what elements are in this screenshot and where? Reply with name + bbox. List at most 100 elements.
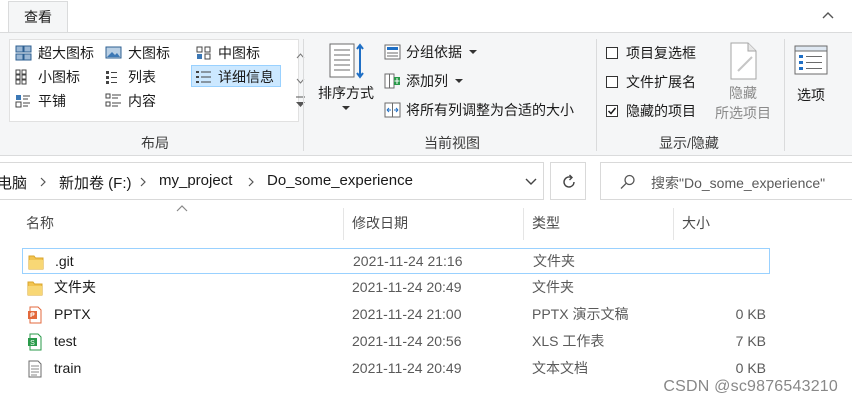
checkbox-checked[interactable] bbox=[606, 105, 618, 117]
file-type: XLS 工作表 bbox=[532, 333, 605, 349]
chevron-right-icon[interactable] bbox=[39, 177, 47, 187]
refresh-button[interactable] bbox=[550, 162, 586, 200]
file-date-modified: 2021-11-24 20:56 bbox=[352, 333, 462, 349]
breadcrumb-current-folder[interactable]: Do_some_experience bbox=[267, 172, 413, 189]
add-column-icon bbox=[384, 73, 400, 89]
breadcrumb-this-pc[interactable]: 电脑 bbox=[0, 172, 27, 193]
column-header-date-modified[interactable]: 修改日期 bbox=[348, 208, 524, 240]
hide-selected-label-line1: 隐藏 bbox=[729, 85, 757, 101]
layout-details[interactable]: 详细信息 bbox=[191, 65, 281, 87]
group-divider bbox=[784, 39, 785, 151]
address-bar[interactable]: 电脑 新加卷 (F:) my_project Do_some_experienc… bbox=[0, 162, 544, 200]
hide-selected-label-line2: 所选项目 bbox=[715, 105, 771, 121]
layout-large-icons[interactable]: 大图标 bbox=[102, 42, 170, 64]
layout-item-label: 平铺 bbox=[38, 93, 66, 109]
search-icon bbox=[620, 174, 635, 189]
chevron-up-icon[interactable] bbox=[820, 7, 836, 23]
column-header-size[interactable]: 大小 bbox=[678, 208, 770, 240]
group-by-icon bbox=[384, 44, 401, 60]
options-icon bbox=[794, 45, 828, 75]
layout-item-label: 大图标 bbox=[128, 45, 170, 61]
layout-gallery: 超大图标 大图标 中图标 小图标 列表 详细信息 平铺 内容 bbox=[9, 39, 305, 122]
layout-extra-large-icons[interactable]: 超大图标 bbox=[12, 42, 94, 64]
table-row[interactable]: S test 2021-11-24 20:56 XLS 工作表 7 KB bbox=[22, 329, 770, 355]
file-type: 文件夹 bbox=[532, 279, 574, 295]
file-name: .git bbox=[55, 253, 74, 269]
size-all-columns-label: 将所有列调整为合适的大小 bbox=[406, 102, 574, 118]
chevron-right-icon[interactable] bbox=[139, 177, 147, 187]
address-bar-row: 电脑 新加卷 (F:) my_project Do_some_experienc… bbox=[0, 158, 852, 204]
layout-item-label: 超大图标 bbox=[38, 45, 94, 61]
group-by-label: 分组依据 bbox=[406, 44, 462, 60]
text-file-icon bbox=[28, 360, 42, 378]
hide-selected-icon bbox=[730, 42, 757, 80]
checkbox[interactable] bbox=[606, 76, 618, 88]
layout-small-icons[interactable]: 小图标 bbox=[12, 66, 80, 88]
group-divider bbox=[596, 39, 597, 151]
sort-by-button[interactable]: 排序方式 bbox=[312, 39, 380, 119]
item-checkboxes-label: 项目复选框 bbox=[626, 45, 696, 61]
group-divider bbox=[303, 39, 304, 151]
file-type: 文本文档 bbox=[532, 360, 588, 376]
group-label-current-view: 当前视图 bbox=[424, 135, 480, 151]
size-columns-icon bbox=[384, 102, 401, 118]
column-header-type[interactable]: 类型 bbox=[528, 208, 674, 240]
file-name: 文件夹 bbox=[54, 279, 96, 295]
table-row[interactable]: train 2021-11-24 20:49 文本文档 0 KB bbox=[22, 356, 770, 382]
layout-gallery-scroll[interactable] bbox=[293, 47, 308, 128]
chevron-down-icon bbox=[468, 50, 477, 54]
file-size: 0 KB bbox=[735, 306, 766, 322]
file-name: test bbox=[54, 333, 77, 349]
large-icons-icon bbox=[105, 46, 122, 59]
tab-view[interactable]: 查看 bbox=[8, 1, 68, 33]
chevron-down-icon bbox=[342, 106, 350, 110]
file-type: PPTX 演示文稿 bbox=[532, 306, 629, 322]
chevron-down-icon[interactable] bbox=[525, 178, 537, 186]
folder-icon bbox=[27, 281, 43, 296]
file-date-modified: 2021-11-24 20:49 bbox=[352, 360, 462, 376]
file-extensions-toggle[interactable]: 文件扩展名 bbox=[604, 71, 696, 93]
ribbon: 超大图标 大图标 中图标 小图标 列表 详细信息 平铺 内容 布局 排序方式 分… bbox=[0, 32, 852, 156]
svg-text:S: S bbox=[30, 340, 35, 347]
table-row[interactable]: PPTX 2021-11-24 21:00 PPTX 演示文稿 0 KB bbox=[22, 302, 770, 328]
group-label-show-hide: 显示/隐藏 bbox=[659, 135, 719, 151]
layout-item-label: 详细信息 bbox=[218, 69, 274, 85]
details-icon bbox=[196, 71, 211, 83]
medium-icons-icon bbox=[196, 46, 211, 60]
layout-item-label: 中图标 bbox=[218, 45, 260, 61]
file-extensions-label: 文件扩展名 bbox=[626, 74, 696, 90]
size-all-columns-button[interactable]: 将所有列调整为合适的大小 bbox=[382, 99, 574, 121]
breadcrumb-drive[interactable]: 新加卷 (F:) bbox=[59, 172, 132, 193]
group-by-button[interactable]: 分组依据 bbox=[382, 41, 477, 63]
search-input[interactable]: 搜索"Do_some_experience" bbox=[651, 173, 825, 193]
chevron-right-icon[interactable] bbox=[247, 177, 255, 187]
add-column-label: 添加列 bbox=[406, 73, 448, 89]
pptx-file-icon bbox=[28, 306, 42, 324]
search-box[interactable]: 搜索"Do_some_experience" bbox=[600, 162, 852, 200]
table-row[interactable]: 文件夹 2021-11-24 20:49 文件夹 bbox=[22, 275, 770, 301]
xls-file-icon: S bbox=[28, 333, 42, 351]
chevron-down-icon bbox=[454, 79, 463, 83]
file-size: 7 KB bbox=[735, 333, 766, 349]
hidden-items-toggle[interactable]: 隐藏的项目 bbox=[604, 100, 696, 122]
column-headers: 名称 修改日期 类型 大小 bbox=[0, 205, 852, 240]
hidden-items-label: 隐藏的项目 bbox=[626, 103, 696, 119]
layout-tiles[interactable]: 平铺 bbox=[12, 90, 66, 112]
layout-content[interactable]: 内容 bbox=[102, 90, 156, 112]
file-name: PPTX bbox=[54, 306, 91, 322]
layout-item-label: 小图标 bbox=[38, 69, 80, 85]
layout-list[interactable]: 列表 bbox=[102, 66, 156, 88]
tiles-icon bbox=[15, 95, 30, 108]
breadcrumb-my-project[interactable]: my_project bbox=[159, 172, 232, 189]
item-checkboxes-toggle[interactable]: 项目复选框 bbox=[604, 42, 696, 64]
small-icons-icon bbox=[15, 69, 27, 85]
checkbox[interactable] bbox=[606, 47, 618, 59]
file-name: train bbox=[54, 360, 82, 376]
add-column-button[interactable]: 添加列 bbox=[382, 70, 463, 92]
folder-icon bbox=[28, 255, 44, 270]
hide-selected-items-button[interactable]: 隐藏 所选项目 bbox=[706, 39, 780, 123]
options-button[interactable]: 选项 bbox=[790, 39, 832, 119]
layout-medium-icons[interactable]: 中图标 bbox=[192, 42, 260, 64]
column-header-name[interactable]: 名称 bbox=[22, 208, 344, 240]
table-row[interactable]: .git 2021-11-24 21:16 文件夹 bbox=[22, 248, 770, 274]
